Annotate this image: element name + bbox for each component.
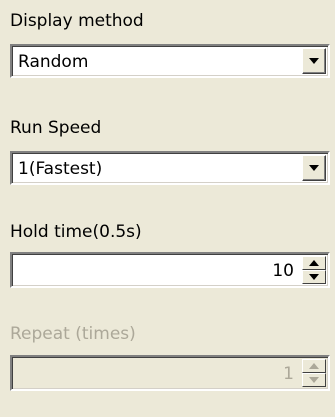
hold-time-spinner[interactable]: 10: [10, 252, 330, 288]
display-method-dropdown-button[interactable]: [302, 48, 326, 74]
arrow-up-icon: [309, 363, 319, 369]
repeat-spinner: 1: [10, 355, 330, 391]
repeat-increment-button: [302, 359, 326, 373]
repeat-updown: [302, 359, 326, 387]
arrow-down-icon: [309, 377, 319, 383]
hold-time-decrement-button[interactable]: [302, 270, 326, 284]
repeat-label: Repeat (times): [10, 324, 136, 344]
chevron-down-icon: [309, 165, 319, 171]
run-speed-value: 1(Fastest): [18, 159, 103, 179]
hold-time-updown: [302, 256, 326, 284]
run-speed-label: Run Speed: [10, 118, 102, 138]
arrow-down-icon: [309, 274, 319, 280]
display-method-dropdown[interactable]: Random: [10, 44, 330, 78]
repeat-value: 1: [283, 364, 294, 384]
run-speed-dropdown[interactable]: 1(Fastest): [10, 151, 330, 185]
repeat-decrement-button: [302, 373, 326, 387]
settings-panel: Display method Random Run Speed 1(Fastes…: [0, 0, 335, 417]
hold-time-value[interactable]: 10: [272, 260, 294, 282]
hold-time-label: Hold time(0.5s): [10, 222, 142, 242]
chevron-down-icon: [309, 58, 319, 64]
run-speed-dropdown-button[interactable]: [302, 155, 326, 181]
hold-time-increment-button[interactable]: [302, 256, 326, 270]
display-method-value: Random: [18, 52, 89, 72]
arrow-up-icon: [309, 260, 319, 266]
display-method-label: Display method: [10, 11, 144, 31]
